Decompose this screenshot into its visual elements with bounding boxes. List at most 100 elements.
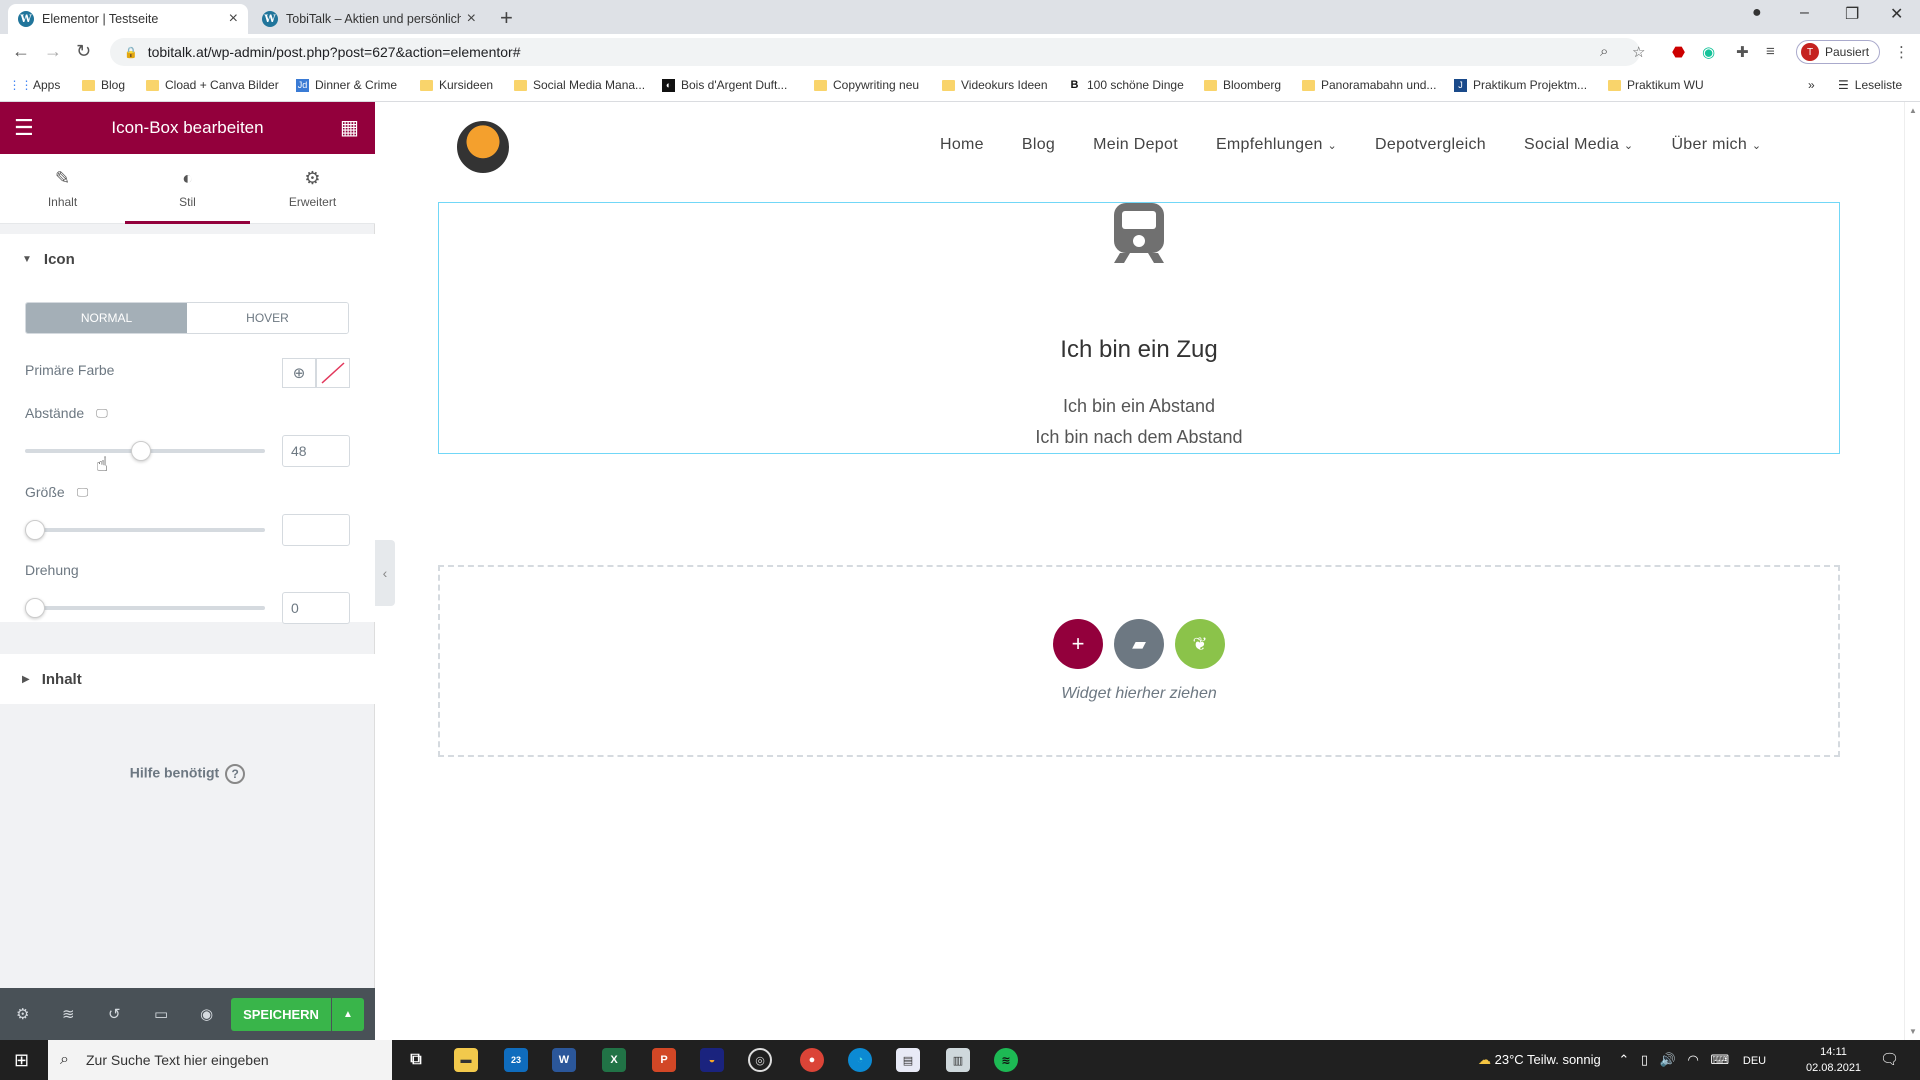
tab-erweitert[interactable]: ⚙ Erweitert [250, 154, 375, 224]
keyboard-icon[interactable]: ⌨ [1710, 1052, 1729, 1067]
scroll-down-icon[interactable]: ▼ [1909, 1027, 1917, 1036]
extensions-icon[interactable]: ✚ [1736, 43, 1749, 61]
bookmark-item[interactable]: Copywriting neu [814, 78, 919, 92]
word-icon[interactable]: W [552, 1048, 576, 1072]
browser-tab-tobitalk[interactable]: W TobiTalk – Aktien und persönliche × [252, 4, 486, 34]
mail-icon[interactable]: 23 [504, 1048, 528, 1072]
media-queue-icon[interactable]: ≡ [1766, 43, 1775, 60]
desktop-device-icon[interactable]: 🖵 [96, 406, 108, 421]
nav-empfehlungen[interactable]: Empfehlungen ⌄ [1216, 136, 1337, 154]
size-input[interactable] [282, 514, 350, 546]
wifi-icon[interactable]: ◠ [1688, 1052, 1699, 1067]
icon-section-header[interactable]: ▼ Icon [0, 234, 375, 284]
bookmark-item[interactable]: J Praktikum Projektm... [1454, 78, 1587, 92]
collapse-panel-handle[interactable]: ‹ [375, 540, 395, 606]
notepad-icon[interactable]: ▥ [946, 1048, 970, 1072]
edge-icon[interactable]: ◔ [848, 1048, 872, 1072]
address-bar[interactable]: 🔒 tobitalk.at/wp-admin/post.php?post=627… [110, 38, 1640, 66]
taskbar-clock[interactable]: 14:11 02.08.2021 [1806, 1044, 1861, 1076]
size-slider-track[interactable] [25, 528, 265, 532]
state-hover-button[interactable]: HOVER [187, 303, 348, 333]
grammarly-icon[interactable]: ◉ [1702, 43, 1715, 61]
add-section-button[interactable]: + [1053, 619, 1103, 669]
spotify-icon[interactable]: ≋ [994, 1048, 1018, 1072]
settings-icon[interactable]: ⚙ [16, 1005, 29, 1023]
weather-text[interactable]: 23°C Teilw. sonnig [1495, 1052, 1601, 1067]
excel-icon[interactable]: X [602, 1048, 626, 1072]
bookmark-item[interactable]: Videokurs Ideen [942, 78, 1048, 92]
color-swatch[interactable] [316, 358, 350, 388]
bookmark-item[interactable]: Social Media Mana... [514, 78, 645, 92]
close-tab-icon[interactable]: × [229, 10, 238, 28]
bookmark-item[interactable]: ◐ Bois d'Argent Duft... [662, 78, 787, 92]
adblock-icon[interactable]: ⬣ [1672, 43, 1685, 61]
nav-home[interactable]: Home [940, 136, 984, 154]
bookmark-item[interactable]: Praktikum WU [1608, 78, 1704, 92]
rotation-input[interactable]: 0 [282, 592, 350, 624]
spacing-input[interactable]: 48 [282, 435, 350, 467]
browser-menu-icon[interactable]: ⋮ [1894, 43, 1909, 61]
task-view-icon[interactable]: ⧉ [404, 1048, 428, 1072]
add-template-button[interactable]: ▰ [1114, 619, 1164, 669]
spacing-slider-handle[interactable] [130, 441, 151, 461]
size-slider-handle[interactable] [25, 520, 45, 540]
desktop-device-icon[interactable]: 🖵 [77, 485, 89, 500]
forward-icon[interactable]: → [44, 41, 62, 62]
new-tab-icon[interactable]: + [500, 5, 513, 31]
profile-button[interactable]: T Pausiert [1796, 40, 1881, 64]
nav-blog[interactable]: Blog [1022, 136, 1055, 154]
bookmark-item[interactable]: B 100 schöne Dinge [1068, 78, 1184, 92]
notifications-icon[interactable]: 🗨 [1880, 1050, 1899, 1068]
reading-list[interactable]: ☰ Leseliste [1838, 78, 1902, 92]
history-icon[interactable]: ↺ [108, 1005, 121, 1023]
app-icon[interactable]: ◒ [700, 1048, 724, 1072]
nav-depotvergleich[interactable]: Depotvergleich [1375, 136, 1486, 154]
close-tab-icon[interactable]: × [467, 10, 476, 28]
bookmark-item[interactable]: Panoramabahn und... [1302, 78, 1436, 92]
app-window-icon[interactable]: ▤ [896, 1048, 920, 1072]
bookmark-item[interactable]: Jd Dinner & Crime [296, 78, 397, 92]
chrome-icon[interactable]: ● [800, 1048, 824, 1072]
weather-icon[interactable]: ☁ [1478, 1052, 1491, 1067]
tab-stil[interactable]: ◐ Stil [125, 154, 250, 224]
widgets-grid-icon[interactable]: ▦ [340, 115, 359, 140]
zoom-icon[interactable]: ⌕ [1600, 43, 1608, 60]
file-explorer-icon[interactable]: ▬ [454, 1048, 478, 1072]
close-window-icon[interactable]: ✕ [1890, 4, 1903, 24]
bookmark-item[interactable]: Blog [82, 78, 125, 92]
minimize-icon[interactable]: – [1800, 4, 1809, 22]
tray-chevron-icon[interactable]: ⌃ [1618, 1052, 1629, 1067]
preview-eye-icon[interactable]: ◉ [200, 1005, 213, 1023]
envato-kit-button[interactable]: ❦ [1175, 619, 1225, 669]
reload-icon[interactable]: ↻ [76, 41, 91, 62]
bookmark-item[interactable]: Cload + Canva Bilder [146, 78, 279, 92]
network-icon[interactable]: ▯ [1641, 1052, 1648, 1067]
nav-social-media[interactable]: Social Media ⌄ [1524, 136, 1633, 154]
nav-mein-depot[interactable]: Mein Depot [1093, 136, 1178, 154]
bookmark-star-icon[interactable]: ☆ [1632, 43, 1645, 61]
navigator-layers-icon[interactable]: ≋ [62, 1005, 75, 1023]
more-bookmarks-icon[interactable]: » [1808, 78, 1815, 92]
windows-start-icon[interactable]: ⊞ [14, 1050, 29, 1071]
volume-icon[interactable]: 🔊 [1660, 1052, 1676, 1067]
maximize-icon[interactable]: ❐ [1845, 4, 1859, 24]
help-link[interactable]: Hilfe benötigt? [0, 764, 375, 784]
page-scrollbar[interactable]: ▲ ▼ [1904, 102, 1920, 1041]
back-icon[interactable]: ← [12, 41, 30, 62]
rotation-slider-track[interactable] [25, 606, 265, 610]
scroll-up-icon[interactable]: ▲ [1909, 106, 1917, 115]
taskbar-search[interactable]: ⌕ Zur Suche Text hier eingeben [48, 1040, 392, 1080]
save-button[interactable]: SPEICHERN [231, 998, 331, 1031]
bookmark-apps[interactable]: ⋮⋮ Apps [9, 78, 61, 92]
nav-ueber-mich[interactable]: Über mich ⌄ [1671, 136, 1761, 154]
save-options-button[interactable]: ▲ [332, 998, 364, 1031]
browser-tab-elementor[interactable]: W Elementor | Testseite × [8, 4, 248, 34]
responsive-mode-icon[interactable]: ▭ [154, 1005, 168, 1023]
site-logo-avatar[interactable] [454, 118, 512, 176]
obs-icon[interactable]: ◎ [748, 1048, 772, 1072]
bookmark-item[interactable]: Kursideen [420, 78, 493, 92]
rotation-slider-handle[interactable] [25, 598, 45, 618]
language-indicator[interactable]: DEU [1743, 1055, 1766, 1067]
content-section-header[interactable]: ▶ Inhalt [0, 654, 375, 704]
profile-menu-icon[interactable]: ● [1752, 4, 1762, 22]
